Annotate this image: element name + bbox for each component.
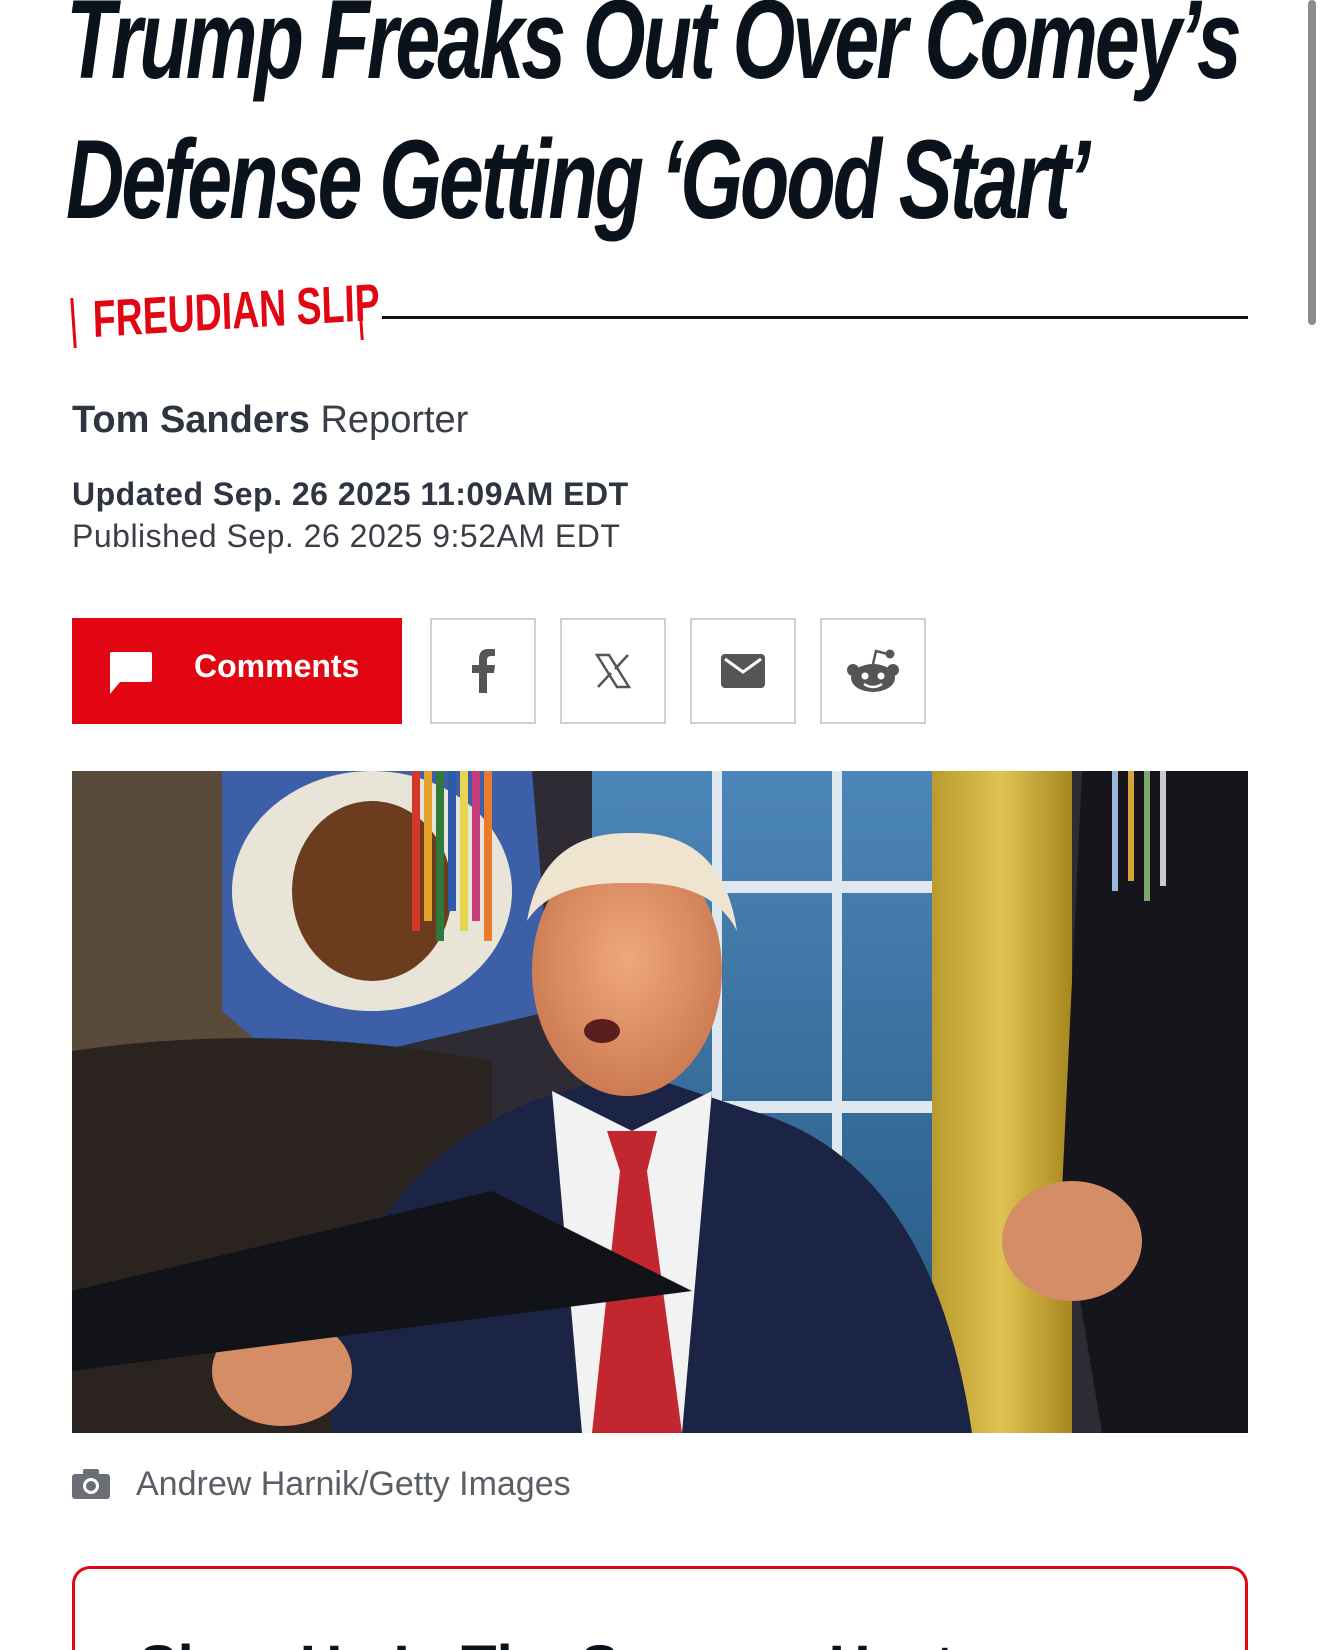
author-name[interactable]: Tom Sanders (72, 399, 310, 441)
byline: Tom Sanders Reporter (72, 398, 468, 442)
updated-timestamp: Updated Sep. 26 2025 11:09AM EDT (72, 476, 629, 512)
email-icon (721, 654, 765, 688)
published-timestamp: Published Sep. 26 2025 9:52AM EDT (72, 518, 621, 554)
share-reddit-button[interactable] (820, 618, 926, 724)
article-headline: Trump Freaks Out Over Comey’s Defense Ge… (66, 0, 1242, 250)
kicker-left-bar (70, 297, 77, 349)
hero-photo-illustration (72, 771, 1248, 1433)
article-kicker[interactable]: FREUDIAN SLIP (92, 274, 381, 349)
photo-credit-text: Andrew Harnik/Getty Images (136, 1464, 571, 1503)
page-scrollbar[interactable] (1308, 0, 1316, 325)
comments-label: Comments (194, 648, 360, 684)
kicker-divider (382, 316, 1248, 319)
author-role: Reporter (320, 399, 469, 441)
article-hero-photo[interactable] (72, 771, 1248, 1433)
camera-icon (72, 1469, 110, 1499)
comment-bubble-icon (110, 652, 152, 694)
x-icon (595, 653, 631, 689)
photo-credit: Andrew Harnik/Getty Images (72, 1464, 571, 1504)
reddit-icon (847, 649, 899, 692)
share-x-button[interactable] (560, 618, 666, 724)
share-facebook-button[interactable] (430, 618, 536, 724)
share-email-button[interactable] (690, 618, 796, 724)
headline-line-2: Defense Getting ‘Good Start’ (66, 117, 1090, 242)
kicker-row: FREUDIAN SLIP (70, 274, 1248, 350)
promo-card[interactable]: Shop Up In The Summer Heat (72, 1566, 1248, 1650)
facebook-icon (472, 649, 495, 693)
promo-title: Shop Up In The Summer Heat (139, 1633, 954, 1650)
comments-button[interactable]: Comments (72, 618, 402, 724)
headline-line-1: Trump Freaks Out Over Comey’s (66, 0, 1242, 102)
